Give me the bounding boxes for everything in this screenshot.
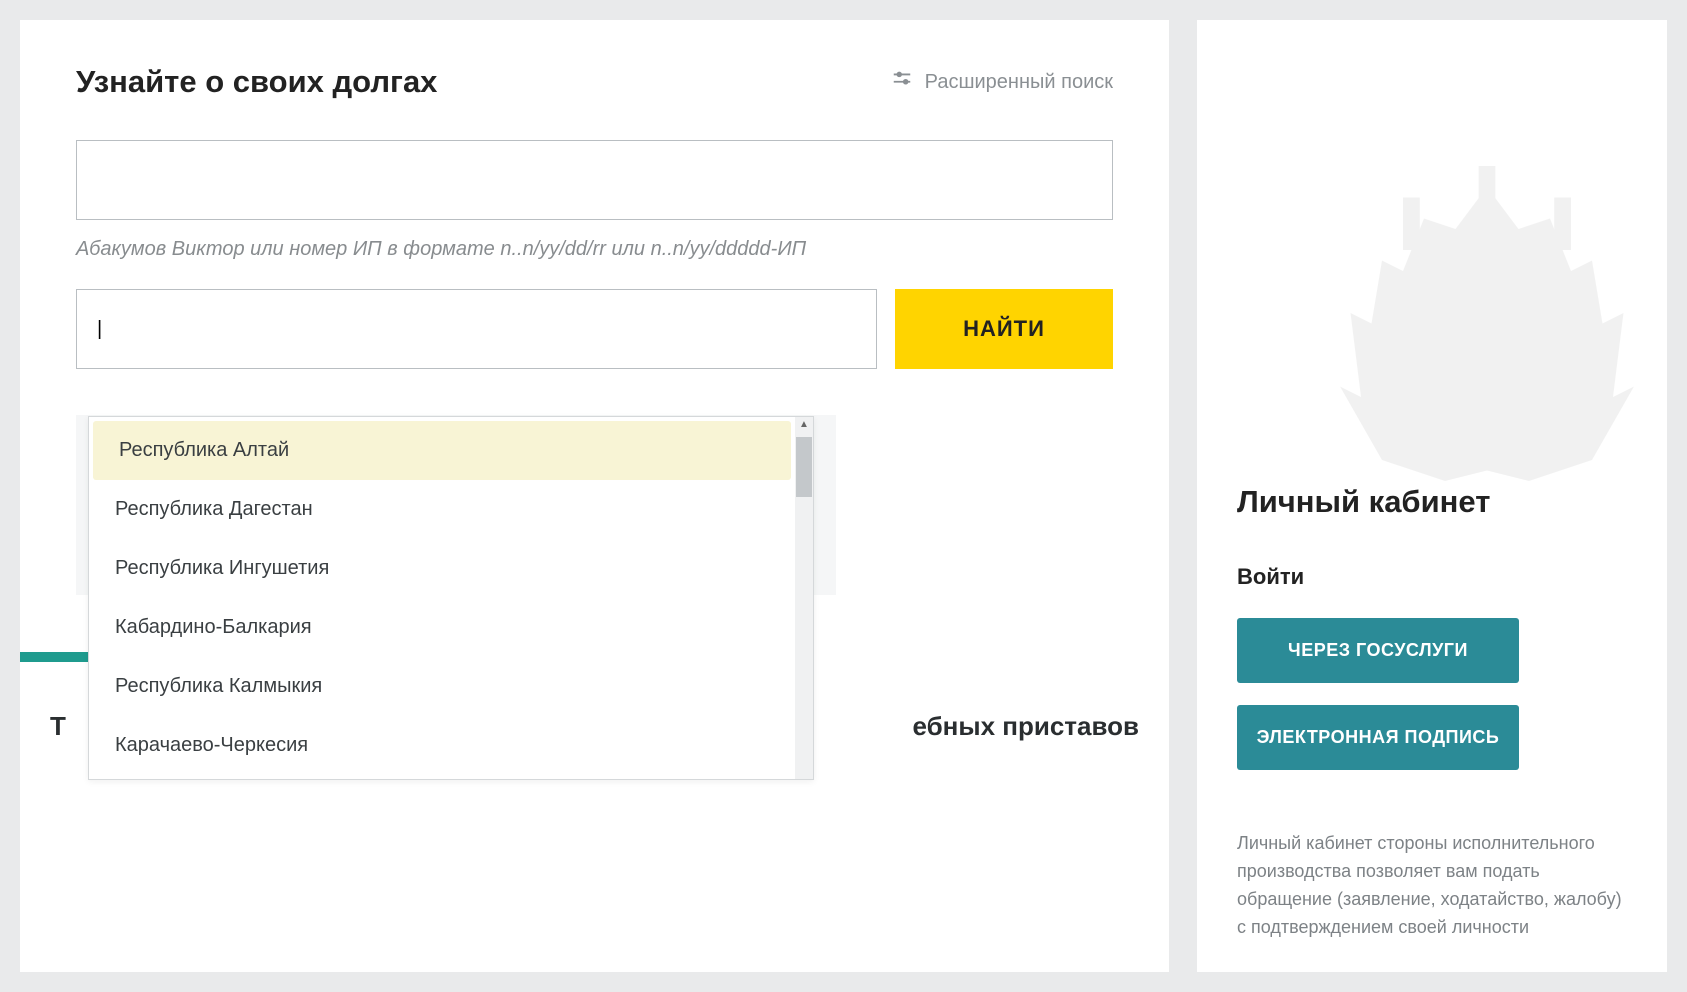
main-search-input[interactable] — [76, 140, 1113, 220]
region-option[interactable]: Республика Дагестан — [89, 480, 795, 539]
account-panel: Личный кабинет Войти ЧЕРЕЗ ГОСУСЛУГИ ЭЛЕ… — [1197, 20, 1667, 972]
region-option[interactable]: Кабардино-Балкария — [89, 598, 795, 657]
region-option[interactable]: Карачаево-Черкесия — [89, 716, 795, 775]
account-title: Личный кабинет — [1237, 484, 1627, 520]
advanced-search-link[interactable]: Расширенный поиск — [891, 68, 1113, 96]
region-option[interactable]: Республика Алтай — [93, 421, 791, 480]
dropdown-scrollbar[interactable]: ▲ — [795, 417, 813, 779]
region-option[interactable]: Республика Ингушетия — [89, 539, 795, 598]
sliders-icon — [891, 68, 913, 96]
search-hint: Абакумов Виктор или номер ИП в формате n… — [76, 238, 1113, 261]
search-button[interactable]: НАЙТИ — [895, 289, 1113, 369]
advanced-search-label: Расширенный поиск — [925, 71, 1113, 94]
account-description: Личный кабинет стороны исполнительного п… — [1237, 830, 1627, 942]
scroll-thumb[interactable] — [796, 437, 812, 497]
page-title: Узнайте о своих долгах — [76, 64, 437, 100]
search-panel: Узнайте о своих долгах Расширенный поиск… — [20, 20, 1169, 972]
login-label: Войти — [1237, 564, 1627, 590]
region-option[interactable]: Республика Калмыкия — [89, 657, 795, 716]
emblem-icon — [1277, 124, 1687, 544]
scroll-up-icon[interactable]: ▲ — [799, 417, 809, 433]
region-dropdown-list: Республика Алтай Республика Дагестан Рес… — [89, 417, 795, 779]
region-dropdown: Республика Алтай Республика Дагестан Рес… — [88, 416, 814, 780]
bottom-text-right: ебных приставов — [913, 711, 1140, 742]
signature-button[interactable]: ЭЛЕКТРОННАЯ ПОДПИСЬ — [1237, 705, 1519, 770]
gosuslugi-button[interactable]: ЧЕРЕЗ ГОСУСЛУГИ — [1237, 618, 1519, 683]
bottom-text-left: Т — [50, 711, 66, 742]
region-input[interactable] — [76, 289, 877, 369]
